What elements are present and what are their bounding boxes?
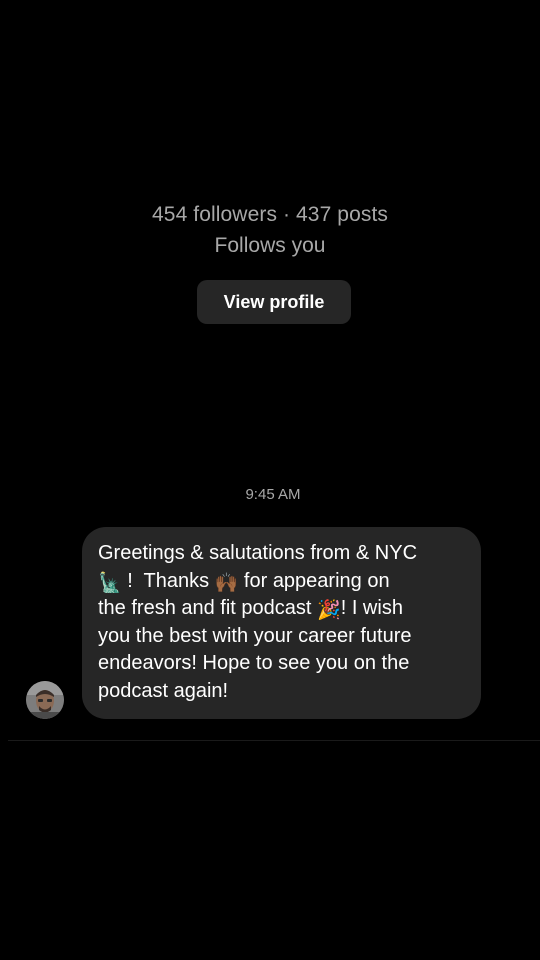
message-line: endeavors! Hope to see you on the: [98, 650, 469, 678]
raising-hands-icon: 🙌🏾: [214, 572, 239, 594]
follows-you-label: Follows you: [214, 234, 326, 257]
message-text: ! Thanks: [121, 569, 215, 592]
view-profile-button[interactable]: View profile: [197, 280, 351, 324]
message-line: Greetings & salutations from & NYC: [98, 540, 469, 568]
message-line: 🗽 ! Thanks 🙌🏾 for appearing on: [98, 568, 469, 596]
message-text: endeavors! Hope to see you on the: [98, 652, 410, 675]
message-bubble[interactable]: Greetings & salutations from & NYC 🗽 ! T…: [82, 527, 481, 719]
message-text: for appearing on: [238, 569, 390, 592]
message-line: you the best with your career future: [98, 623, 469, 651]
sender-avatar[interactable]: [26, 681, 64, 719]
message-line: podcast again!: [98, 678, 469, 706]
divider: [8, 740, 540, 741]
party-popper-icon: 🎉: [317, 600, 341, 622]
avatar-photo-icon: [26, 681, 64, 719]
statue-of-liberty-icon: 🗽: [98, 572, 122, 594]
profile-stats: 454 followers · 437 posts: [152, 203, 388, 226]
message-line: the fresh and fit podcast 🎉! I wish: [98, 595, 469, 623]
message-text: the fresh and fit podcast: [98, 597, 318, 620]
message-text: Greetings & salutations from & NYC: [98, 542, 418, 564]
message-text: ! I wish: [340, 597, 403, 620]
message-text: you the best with your career future: [98, 624, 412, 647]
message-text: podcast again!: [98, 679, 229, 702]
message-timestamp: 9:45 AM: [245, 486, 301, 503]
